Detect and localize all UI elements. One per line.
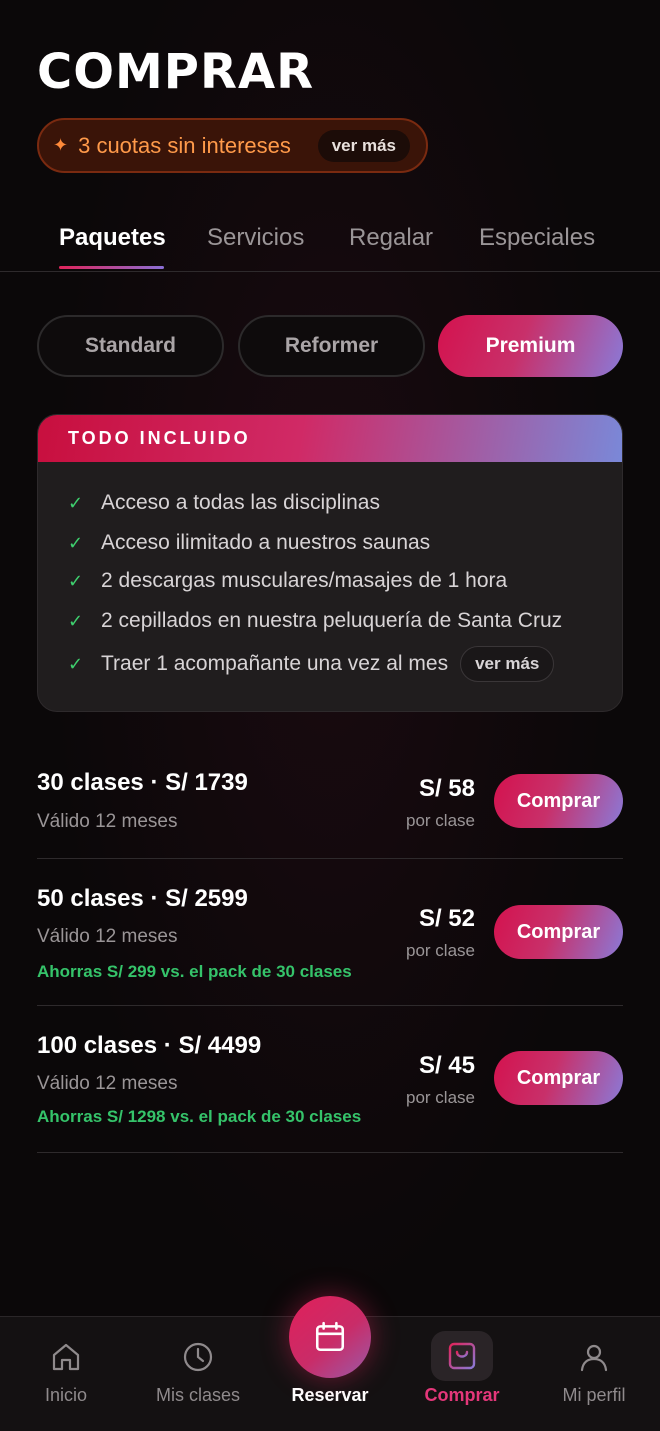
- feature-item: ✓ Acceso a todas las disciplinas: [68, 491, 380, 515]
- segment-standard[interactable]: Standard: [37, 315, 224, 377]
- package-validity: Válido 12 meses: [37, 926, 178, 947]
- category-tabs: Paquetes Servicios Regalar Especiales: [0, 210, 660, 272]
- price-per-class-label: por clase: [406, 941, 475, 960]
- shopping-bag-icon: [448, 1342, 476, 1370]
- nav-label: Reservar: [291, 1385, 369, 1405]
- included-title: TODO INCLUIDO: [38, 415, 622, 462]
- features-more-button[interactable]: ver más: [460, 646, 555, 682]
- feature-text: 2 descargas musculares/masajes de 1 hora: [101, 569, 508, 592]
- package-validity: Válido 12 meses: [37, 811, 178, 832]
- feature-text: Traer 1 acompañante una vez al mes: [101, 652, 449, 675]
- feature-text: Acceso a todas las disciplinas: [101, 491, 380, 514]
- tab-paquetes[interactable]: Paquetes: [59, 224, 166, 252]
- price-per-class-label: por clase: [406, 811, 475, 830]
- home-icon: [50, 1341, 82, 1378]
- package-name: 50 clases · S/ 2599: [37, 885, 248, 912]
- package-name: 30 clases · S/ 1739: [37, 769, 248, 796]
- price-per-class: S/ 52: [418, 905, 475, 932]
- package-row: 50 clases · S/ 2599 Válido 12 meses Ahor…: [37, 874, 623, 1006]
- nav-mi-perfil[interactable]: Mi perfil: [528, 1317, 660, 1431]
- package-row: 100 clases · S/ 4499 Válido 12 meses Aho…: [37, 1021, 623, 1153]
- nav-label: Comprar: [424, 1385, 500, 1405]
- package-saving: Ahorras S/ 299 vs. el pack de 30 clases: [37, 962, 352, 981]
- tab-especiales[interactable]: Especiales: [479, 224, 595, 252]
- package-name: 100 clases · S/ 4499: [37, 1032, 262, 1059]
- buy-button[interactable]: Comprar: [494, 774, 623, 828]
- sparkle-icon: ✦: [53, 135, 69, 155]
- buy-button[interactable]: Comprar: [494, 1051, 623, 1105]
- calendar-icon: [315, 1321, 345, 1352]
- user-icon: [578, 1341, 610, 1378]
- tab-regalar[interactable]: Regalar: [349, 224, 433, 252]
- feature-item: ✓ Acceso ilimitado a nuestros saunas: [68, 531, 430, 555]
- segment-premium[interactable]: Premium: [438, 315, 623, 377]
- reservar-fab-button[interactable]: [289, 1296, 371, 1378]
- tab-servicios[interactable]: Servicios: [207, 224, 304, 252]
- nav-mis-clases[interactable]: Mis clases: [132, 1317, 264, 1431]
- included-card: TODO INCLUIDO ✓ Acceso a todas las disci…: [37, 414, 623, 712]
- nav-label: Mi perfil: [562, 1385, 626, 1405]
- active-tab-indicator: [59, 266, 164, 269]
- nav-label: Mis clases: [155, 1385, 240, 1405]
- feature-item: ✓ 2 descargas musculares/masajes de 1 ho…: [68, 569, 507, 593]
- feature-item: ✓ Traer 1 acompañante una vez al mes ver…: [68, 646, 555, 682]
- check-icon: ✓: [68, 653, 84, 674]
- nav-inicio[interactable]: Inicio: [0, 1317, 132, 1431]
- nav-selected-highlight: [431, 1331, 493, 1381]
- feature-text: Acceso ilimitado a nuestros saunas: [101, 531, 431, 554]
- clock-icon: [182, 1341, 214, 1378]
- price-per-class: S/ 45: [418, 1052, 475, 1079]
- package-row: 30 clases · S/ 1739 Válido 12 meses S/ 5…: [37, 758, 623, 859]
- check-icon: ✓: [68, 570, 84, 591]
- feature-item: ✓ 2 cepillados en nuestra peluquería de …: [68, 609, 562, 633]
- package-saving: Ahorras S/ 1298 vs. el pack de 30 clases: [37, 1107, 362, 1126]
- price-per-class: S/ 58: [418, 775, 475, 802]
- promo-banner[interactable]: ✦ 3 cuotas sin intereses ver más: [37, 118, 428, 173]
- promo-text: 3 cuotas sin intereses: [78, 132, 291, 158]
- promo-more-button[interactable]: ver más: [317, 129, 410, 162]
- package-validity: Válido 12 meses: [37, 1073, 178, 1094]
- segment-reformer[interactable]: Reformer: [238, 315, 425, 377]
- buy-button[interactable]: Comprar: [494, 905, 623, 959]
- check-icon: ✓: [68, 492, 84, 513]
- nav-label: Inicio: [44, 1385, 88, 1405]
- check-icon: ✓: [68, 610, 84, 631]
- price-per-class-label: por clase: [406, 1088, 475, 1107]
- check-icon: ✓: [68, 532, 84, 553]
- page-title: COMPRAR: [37, 44, 315, 100]
- feature-text: 2 cepillados en nuestra peluquería de Sa…: [101, 609, 563, 632]
